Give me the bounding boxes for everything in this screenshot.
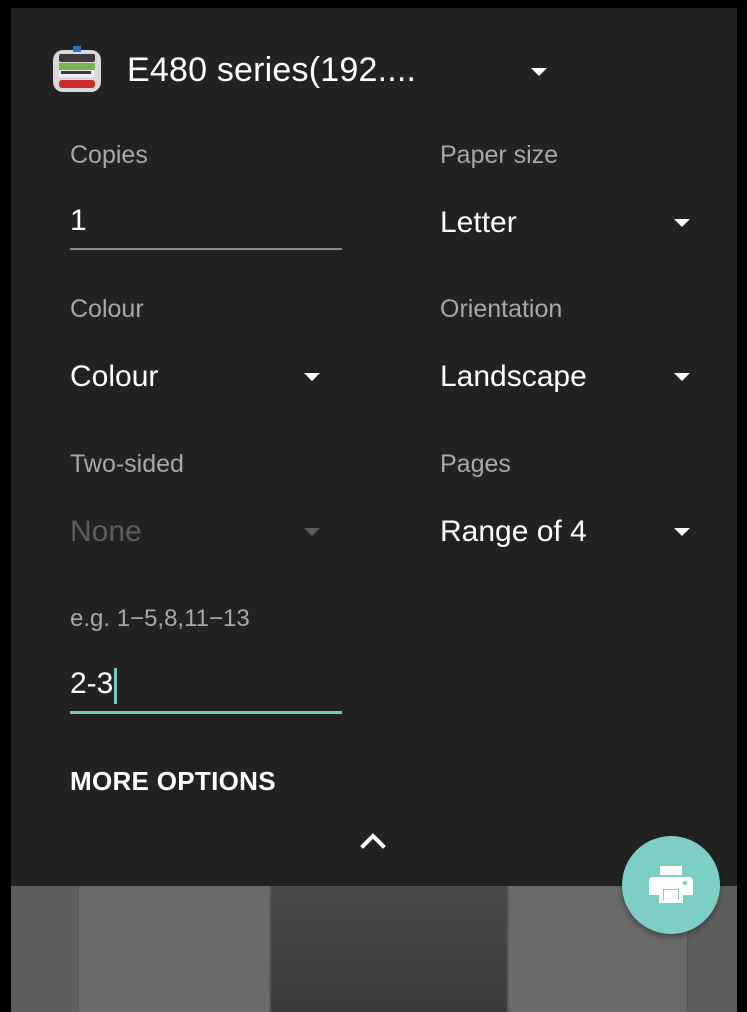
orientation-value: Landscape — [440, 360, 587, 393]
caret-down-icon — [674, 528, 690, 536]
preview-page-edge — [11, 886, 77, 1012]
orientation-label: Orientation — [440, 295, 563, 323]
more-options-button[interactable]: MORE OPTIONS — [70, 766, 276, 797]
caret-down-icon — [674, 219, 690, 227]
printer-selector[interactable]: E480 series(192.... — [51, 40, 547, 100]
copies-label: Copies — [70, 141, 148, 169]
two-sided-dropdown: None — [70, 507, 320, 557]
orientation-dropdown[interactable]: Landscape — [440, 352, 690, 402]
text-cursor — [114, 667, 118, 704]
printer-app-icon — [53, 46, 101, 92]
caret-down-icon — [304, 373, 320, 381]
print-settings-panel: E480 series(192.... Copies 1 Paper size … — [11, 8, 737, 886]
caret-down-icon — [531, 68, 547, 76]
pages-value: Range of 4 — [440, 515, 587, 548]
two-sided-label: Two-sided — [70, 450, 184, 478]
paper-size-dropdown[interactable]: Letter — [440, 198, 690, 248]
print-icon — [649, 866, 693, 903]
paper-size-value: Letter — [440, 206, 517, 239]
page-range-hint: e.g. 1−5,8,11−13 — [70, 605, 250, 632]
pages-dropdown[interactable]: Range of 4 — [440, 507, 690, 557]
caret-down-icon — [304, 528, 320, 536]
print-button[interactable] — [622, 836, 720, 934]
copies-input[interactable]: 1 — [70, 198, 342, 250]
colour-value: Colour — [70, 360, 159, 393]
paper-size-label: Paper size — [440, 141, 559, 169]
caret-down-icon — [674, 373, 690, 381]
two-sided-value: None — [70, 515, 142, 548]
page-range-input[interactable]: 2-3 — [70, 661, 342, 714]
page-range-value: 2-3 — [70, 667, 114, 700]
print-dialog-screen: E480 series(192.... Copies 1 Paper size … — [0, 0, 747, 1012]
chevron-up-icon[interactable] — [358, 828, 388, 852]
preview-page[interactable] — [79, 886, 269, 1012]
pages-label: Pages — [440, 450, 511, 478]
copies-value: 1 — [70, 204, 87, 237]
colour-label: Colour — [70, 295, 144, 323]
printer-name: E480 series(192.... — [127, 50, 417, 89]
colour-dropdown[interactable]: Colour — [70, 352, 320, 402]
preview-page[interactable] — [271, 886, 507, 1012]
